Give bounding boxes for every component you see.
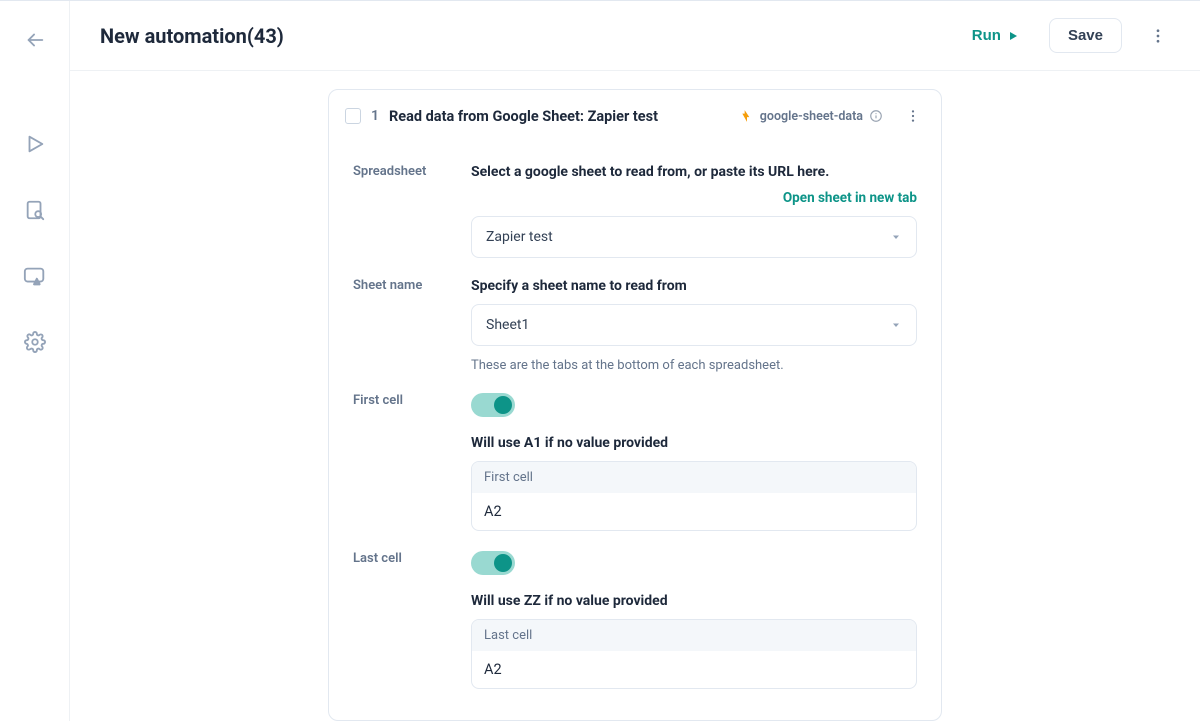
back-icon[interactable]	[16, 21, 54, 59]
firstcell-label: First cell	[353, 393, 471, 531]
chevron-down-icon	[890, 319, 902, 331]
save-button[interactable]: Save	[1049, 18, 1122, 53]
sidebar	[0, 1, 70, 721]
spreadsheet-select[interactable]: Zapier test	[471, 216, 917, 258]
lastcell-input[interactable]: Last cell A2	[471, 619, 917, 689]
firstcell-float-label: First cell	[472, 462, 916, 493]
lastcell-float-label: Last cell	[472, 620, 916, 651]
firstcell-lead: Will use A1 if no value provided	[471, 435, 917, 451]
run-button[interactable]: Run	[966, 19, 1025, 52]
open-sheet-link[interactable]: Open sheet in new tab	[471, 190, 917, 206]
step-more-icon[interactable]	[903, 106, 923, 126]
step-checkbox[interactable]	[345, 108, 361, 124]
play-icon[interactable]	[16, 125, 54, 163]
sheetname-value: Sheet1	[486, 317, 529, 333]
lastcell-lead: Will use ZZ if no value provided	[471, 593, 917, 609]
device-alert-icon[interactable]	[16, 257, 54, 295]
firstcell-input[interactable]: First cell A2	[471, 461, 917, 531]
spreadsheet-value: Zapier test	[486, 229, 553, 245]
firstcell-value: A2	[472, 493, 916, 530]
lastcell-label: Last cell	[353, 551, 471, 689]
sheetname-select[interactable]: Sheet1	[471, 304, 917, 346]
settings-icon[interactable]	[16, 323, 54, 361]
sheetname-label: Sheet name	[353, 278, 471, 373]
step-chip: google-sheet-data	[740, 109, 883, 124]
firstcell-toggle[interactable]	[471, 393, 515, 417]
bolt-icon	[740, 109, 754, 123]
header-bar: New automation(43) Run Save	[70, 1, 1200, 71]
chevron-down-icon	[890, 231, 902, 243]
info-icon[interactable]	[869, 109, 883, 123]
header-more-icon[interactable]	[1142, 20, 1174, 52]
spreadsheet-label: Spreadsheet	[353, 164, 471, 258]
doc-search-icon[interactable]	[16, 191, 54, 229]
step-number: 1	[371, 108, 379, 124]
sheetname-helper: These are the tabs at the bottom of each…	[471, 358, 917, 373]
sheetname-lead: Specify a sheet name to read from	[471, 278, 917, 294]
lastcell-value: A2	[472, 651, 916, 688]
run-label: Run	[972, 27, 1001, 44]
lastcell-toggle[interactable]	[471, 551, 515, 575]
page-title: New automation(43)	[100, 24, 952, 48]
step-card: 1 Read data from Google Sheet: Zapier te…	[328, 89, 942, 721]
spreadsheet-lead: Select a google sheet to read from, or p…	[471, 164, 917, 180]
chip-label: google-sheet-data	[760, 109, 863, 124]
step-title: Read data from Google Sheet: Zapier test	[389, 108, 730, 125]
play-fill-icon	[1007, 30, 1019, 42]
